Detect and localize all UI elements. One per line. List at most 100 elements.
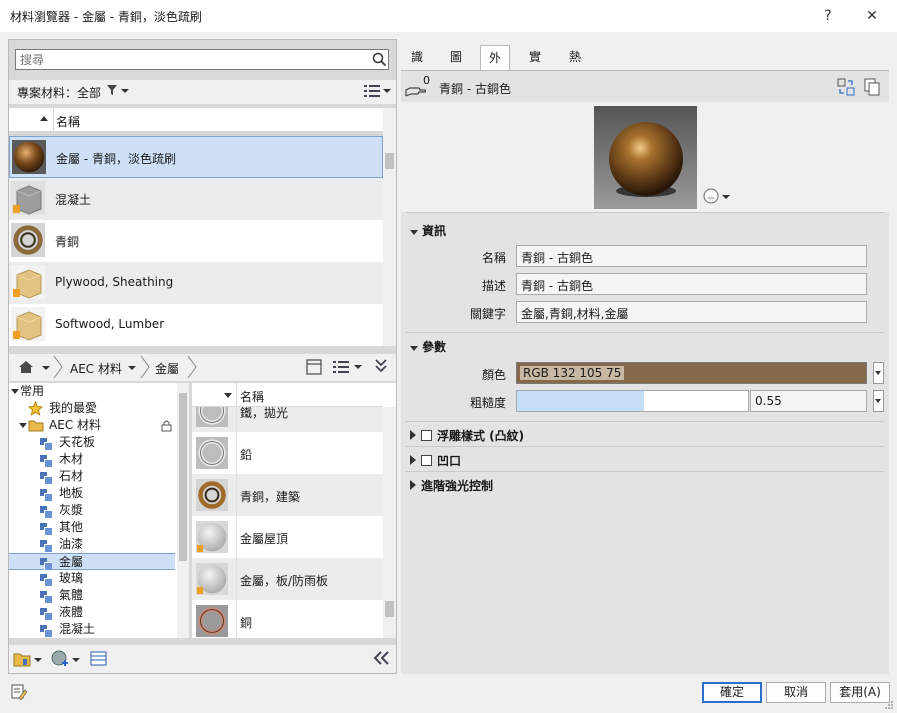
material-row[interactable]: Plywood, Sheathing: [9, 262, 383, 304]
keywords-field[interactable]: 金屬,青銅,材料,金屬: [516, 301, 867, 323]
view-dropdown-icon[interactable]: [383, 89, 391, 93]
sort-desc-icon[interactable]: [224, 393, 232, 398]
column-name[interactable]: 名稱: [56, 113, 80, 130]
create-material-dropdown-icon[interactable]: [72, 658, 80, 662]
library-material-row[interactable]: 鉛: [192, 432, 383, 474]
list-view-icon[interactable]: [333, 360, 349, 374]
tree-scroll-thumb[interactable]: [179, 393, 187, 561]
material-row[interactable]: Softwood, Lumber: [9, 304, 383, 346]
material-row[interactable]: 青銅: [9, 220, 383, 262]
tab-identity[interactable]: 識別: [403, 45, 431, 88]
search-icon[interactable]: [372, 52, 387, 67]
project-list-header[interactable]: 名稱: [9, 108, 383, 132]
tree-item[interactable]: 油漆: [9, 536, 175, 553]
help-button[interactable]: ?: [818, 6, 838, 26]
search-box[interactable]: [15, 49, 389, 70]
search-input[interactable]: [16, 50, 356, 69]
tree-item[interactable]: 混凝土: [9, 621, 175, 638]
roughness-slider[interactable]: [516, 390, 749, 412]
tree-item[interactable]: 木材: [9, 451, 175, 468]
expand-icon[interactable]: [410, 346, 418, 351]
library-scrollbar[interactable]: [383, 407, 396, 638]
preview-dropdown-icon[interactable]: [722, 195, 730, 199]
expand-icon[interactable]: [410, 430, 416, 440]
tree-item[interactable]: 石材: [9, 468, 175, 485]
roughness-slider-fill[interactable]: [517, 391, 644, 411]
create-material-icon[interactable]: [51, 650, 69, 668]
tab-physical[interactable]: 實體: [521, 45, 549, 88]
home-icon[interactable]: [18, 360, 34, 374]
tree-item[interactable]: 灰漿: [9, 502, 175, 519]
cancel-button[interactable]: 取消: [766, 682, 826, 703]
list-scroll-thumb[interactable]: [385, 153, 394, 169]
cutout-checkbox[interactable]: [421, 455, 432, 466]
tree-scrollbar[interactable]: [177, 383, 189, 638]
replace-asset-icon[interactable]: [837, 78, 855, 96]
tree-item[interactable]: 金屬: [9, 553, 175, 570]
library-material-row[interactable]: 金屬，板/防雨板: [192, 558, 383, 600]
sort-asc-icon[interactable]: [40, 116, 48, 121]
tree-item[interactable]: 常用: [9, 383, 175, 400]
roughness-options-button[interactable]: [873, 390, 884, 412]
open-library-icon[interactable]: [13, 651, 31, 667]
tab-thermal[interactable]: 熱度: [561, 45, 589, 88]
tree-item[interactable]: 我的最愛: [9, 400, 175, 417]
tab-appearance[interactable]: 外觀: [480, 45, 511, 89]
tab-graphics[interactable]: 圖形: [442, 45, 470, 88]
library-view-dropdown-icon[interactable]: [354, 365, 362, 369]
description-field[interactable]: 青銅 - 古銅色: [516, 273, 867, 295]
open-library-dropdown-icon[interactable]: [34, 658, 42, 662]
collapse-left-icon[interactable]: [373, 651, 391, 665]
relief-checkbox[interactable]: [421, 430, 432, 441]
roughness-field[interactable]: 0.55: [750, 390, 867, 412]
resize-grip-icon[interactable]: [884, 700, 894, 710]
asset-browser-icon[interactable]: [90, 651, 107, 666]
tree-item[interactable]: 天花板: [9, 434, 175, 451]
tree-item[interactable]: 液體: [9, 604, 175, 621]
tree-item[interactable]: AEC 材料: [9, 417, 175, 434]
edit-note-icon[interactable]: [11, 684, 27, 700]
library-material-row[interactable]: 鐵，拋光: [192, 407, 383, 432]
breadcrumb-metal[interactable]: 金屬: [155, 360, 179, 377]
name-field[interactable]: 青銅 - 古銅色: [516, 245, 867, 267]
advanced-highlight-section-header[interactable]: 進階強光控制: [410, 477, 493, 494]
expand-icon[interactable]: [410, 455, 416, 465]
home-dropdown-icon[interactable]: [42, 366, 50, 370]
library-material-row[interactable]: 金屬屋頂: [192, 516, 383, 558]
duplicate-asset-icon[interactable]: [864, 78, 881, 96]
list-scrollbar[interactable]: [383, 108, 396, 346]
expand-icon[interactable]: [410, 480, 416, 490]
color-swatch[interactable]: RGB 132 105 75: [516, 362, 867, 384]
library-scroll-thumb[interactable]: [385, 601, 394, 617]
material-row[interactable]: 金屬 - 青銅，淡色疏刷: [9, 136, 383, 178]
tree-item[interactable]: 其他: [9, 519, 175, 536]
collapse-double-chevron-icon[interactable]: [374, 358, 388, 374]
cutout-section-header[interactable]: 凹口: [410, 452, 461, 469]
expand-icon[interactable]: [11, 389, 19, 394]
info-section-header[interactable]: 資訊: [410, 222, 446, 239]
filter-dropdown-icon[interactable]: [121, 89, 129, 93]
dropdown-icon[interactable]: [875, 399, 881, 403]
color-options-button[interactable]: [873, 362, 884, 384]
expand-icon[interactable]: [410, 230, 418, 235]
expand-icon[interactable]: [19, 423, 27, 428]
filter-icon[interactable]: [106, 84, 118, 96]
breadcrumb-aec-dropdown-icon[interactable]: [128, 366, 136, 370]
apply-button[interactable]: 套用(A): [830, 682, 890, 703]
library-material-row[interactable]: 銅: [192, 600, 383, 638]
tree-item[interactable]: 地板: [9, 485, 175, 502]
library-material-row[interactable]: 青銅，建築: [192, 474, 383, 516]
dropdown-icon[interactable]: [875, 371, 881, 375]
tree-item[interactable]: 氣體: [9, 587, 175, 604]
relief-section-header[interactable]: 浮雕樣式 (凸紋): [410, 427, 524, 444]
params-section-header[interactable]: 參數: [410, 338, 446, 355]
close-button[interactable]: ✕: [862, 6, 882, 26]
preview-scene-icon[interactable]: [703, 188, 719, 204]
panel-layout-icon[interactable]: [306, 359, 322, 375]
list-view-icon[interactable]: [364, 84, 380, 98]
library-list-header[interactable]: 名稱: [192, 383, 383, 407]
material-row[interactable]: 混凝土: [9, 178, 383, 220]
tree-item[interactable]: 玻璃: [9, 570, 175, 587]
breadcrumb-aec[interactable]: AEC 材料: [70, 360, 122, 377]
library-column-name[interactable]: 名稱: [240, 388, 264, 405]
